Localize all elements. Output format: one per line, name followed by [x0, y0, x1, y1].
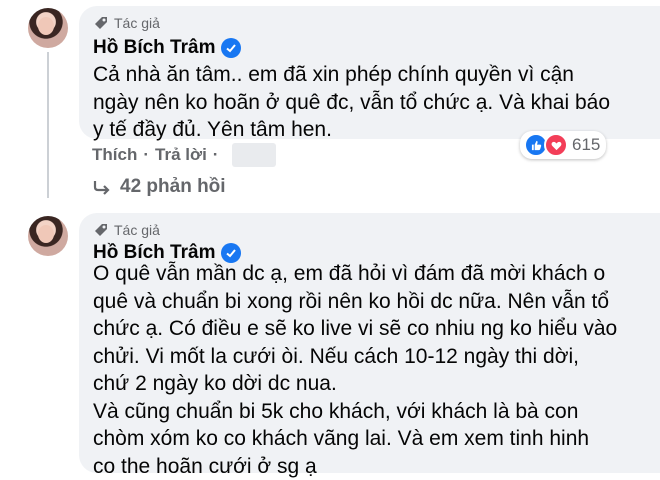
- reaction-count: 615: [572, 135, 601, 154]
- separator: ·: [212, 145, 219, 164]
- author-tag: Tác giả: [93, 222, 160, 238]
- author-name-text[interactable]: Hồ Bích Trâm: [93, 37, 215, 59]
- author-tag-label: Tác giả: [114, 15, 160, 31]
- heart-icon: [544, 133, 568, 157]
- comment-text: O quê vẫn mần dc ạ, em đã hỏi vì đám đã …: [93, 262, 618, 478]
- avatar[interactable]: [28, 216, 68, 256]
- thread-line: [47, 52, 49, 198]
- timestamp-blurred: [232, 143, 277, 167]
- author-name[interactable]: Hồ Bích Trâm: [93, 37, 242, 59]
- avatar[interactable]: [28, 8, 68, 48]
- author-tag-label: Tác giả: [114, 222, 160, 238]
- separator: ·: [143, 145, 150, 164]
- replies-count[interactable]: 42 phản hồi: [120, 176, 226, 198]
- verified-check-icon: [221, 38, 242, 58]
- reply-link[interactable]: Trả lời: [155, 145, 207, 165]
- reaction-summary[interactable]: 615: [520, 131, 607, 159]
- reply-arrow-icon: [93, 181, 110, 195]
- like-link[interactable]: Thích: [92, 145, 137, 165]
- comment-actions: Thích · Trả lời ·: [92, 143, 277, 167]
- author-tag: Tác giả: [93, 15, 160, 31]
- view-replies-link[interactable]: 42 phản hồi: [92, 176, 226, 198]
- badge-icon: [95, 224, 107, 236]
- comment-bubble: Tác giả Hồ Bích Trâm Cả nhà ăn tâm.. em …: [79, 6, 660, 141]
- comment-bubble: Tác giả Hồ Bích Trâm O quê vẫn mần dc ạ,…: [79, 213, 660, 478]
- badge-icon: [95, 17, 107, 29]
